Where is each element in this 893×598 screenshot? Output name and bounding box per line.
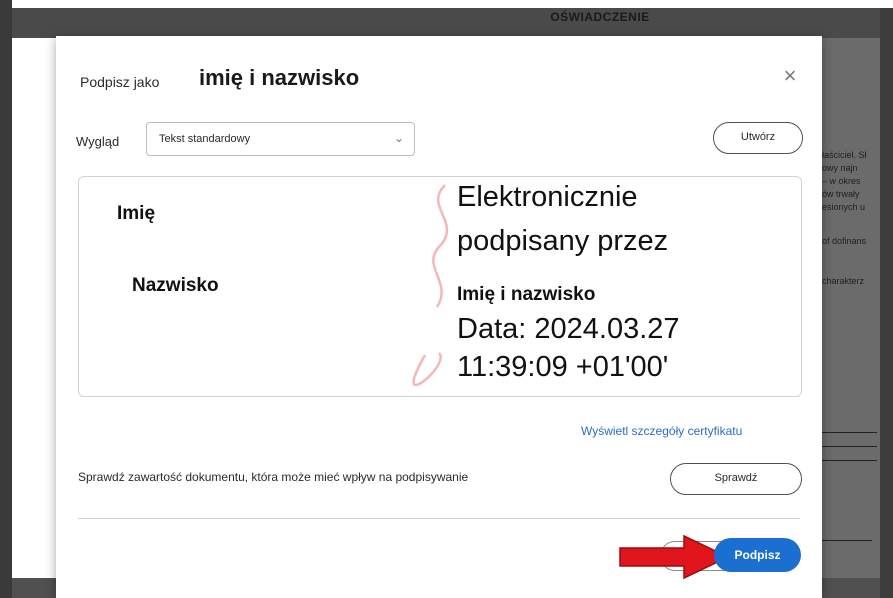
- appearance-label: Wygląd: [76, 134, 120, 149]
- document-table-line: [822, 432, 877, 433]
- divider: [78, 518, 800, 519]
- document-table-line: [822, 540, 872, 541]
- preview-date-line1: Data: 2024.03.27: [457, 313, 680, 345]
- document-text-snippet: ów trwały: [822, 189, 860, 199]
- watermark-stroke: [412, 352, 442, 387]
- preview-first-name: Imię: [117, 203, 156, 224]
- watermark-stroke: [432, 184, 449, 308]
- document-right-panel: [820, 38, 880, 578]
- signature-preview: Imię Nazwisko Elektronicznie podpisany p…: [78, 176, 802, 397]
- arrow-shape: [619, 534, 730, 580]
- document-top-bar: [12, 8, 893, 38]
- document-text-snippet: of dofinans: [822, 236, 867, 246]
- preview-signed-name: Imię i nazwisko: [457, 284, 596, 305]
- sign-dialog: Podpisz jako imię i nazwisko × Wygląd Te…: [56, 36, 822, 598]
- check-button[interactable]: Sprawdź: [670, 463, 802, 495]
- preview-signed-line1: Elektronicznie: [457, 181, 638, 213]
- sign-button[interactable]: Podpisz: [714, 538, 801, 572]
- document-text-snippet: – w okres: [822, 176, 861, 186]
- document-text-snippet: łaściciel. Sł: [822, 150, 867, 160]
- preview-date-line2: 11:39:09 +01'00': [457, 351, 669, 383]
- signer-name: imię i nazwisko: [199, 65, 360, 90]
- document-table-line: [822, 446, 877, 447]
- preview-last-name: Nazwisko: [132, 275, 219, 296]
- appearance-select[interactable]: Tekst standardowy ⌄: [146, 122, 415, 156]
- document-table-line: [822, 460, 877, 461]
- document-text-snippet: esionych u: [822, 202, 866, 212]
- preview-signed-line2: podpisany przez: [457, 225, 669, 257]
- document-heading: OŚWIADCZENIE: [550, 10, 650, 24]
- create-button[interactable]: Utwórz: [713, 122, 803, 154]
- certificate-details-link[interactable]: Wyświetl szczegóły certyfikatu: [581, 424, 742, 438]
- document-text-snippet: owy najn: [822, 163, 858, 173]
- close-icon[interactable]: ×: [778, 64, 802, 88]
- check-document-text: Sprawdź zawartość dokumentu, która może …: [78, 470, 469, 484]
- sign-as-label: Podpisz jako: [80, 74, 160, 90]
- document-text-snippet: charakterz: [822, 276, 865, 286]
- document-right-strip: [880, 8, 893, 598]
- chevron-down-icon: ⌄: [393, 131, 404, 145]
- document-left-edge: [0, 0, 12, 598]
- appearance-select-value: Tekst standardowy: [159, 133, 251, 145]
